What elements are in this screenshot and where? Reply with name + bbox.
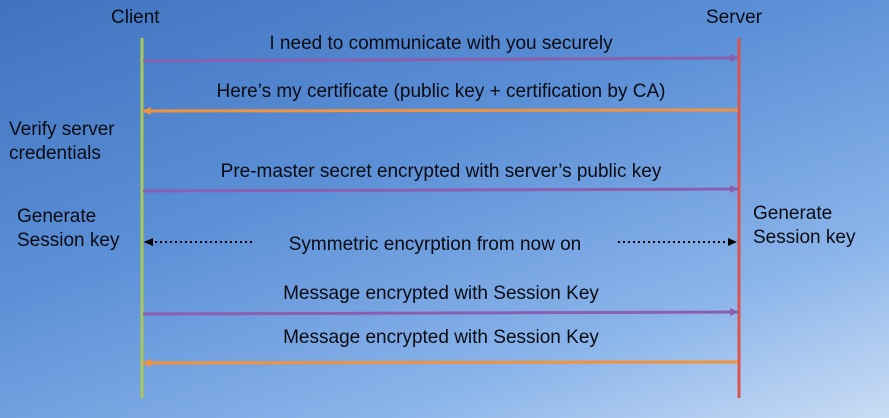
message-label-session-2: Message encrypted with Session Key	[283, 327, 599, 348]
message-label-symmetric: Symmetric encyrption from now on	[288, 234, 582, 255]
message-label-session-1: Message encrypted with Session Key	[283, 283, 599, 304]
arrow-session-msg-1	[142, 308, 739, 317]
message-label-hello: I need to communicate with you securely	[269, 33, 613, 54]
verify-note: Verify server credentials	[9, 118, 115, 166]
message-label-premaster: Pre-master secret encrypted with server’…	[220, 161, 662, 182]
verify-note-line2: credentials	[9, 143, 101, 164]
arrow-certificate	[142, 106, 739, 115]
arrow-premaster	[142, 185, 739, 194]
arrow-session-msg-2	[142, 358, 739, 367]
server-generate-line2: Session key	[753, 227, 856, 248]
client-generate-line1: Generate	[17, 206, 97, 227]
verify-note-line1: Verify server	[9, 119, 115, 140]
message-label-certificate: Here’s my certificate (public key + cert…	[216, 81, 666, 102]
server-generate-line1: Generate	[753, 203, 833, 224]
client-generate-line2: Session key	[17, 230, 120, 251]
arrow-hello	[142, 54, 739, 63]
client-generate-note: Generate Session key	[17, 205, 119, 253]
server-generate-note: Generate Session key	[753, 202, 855, 250]
